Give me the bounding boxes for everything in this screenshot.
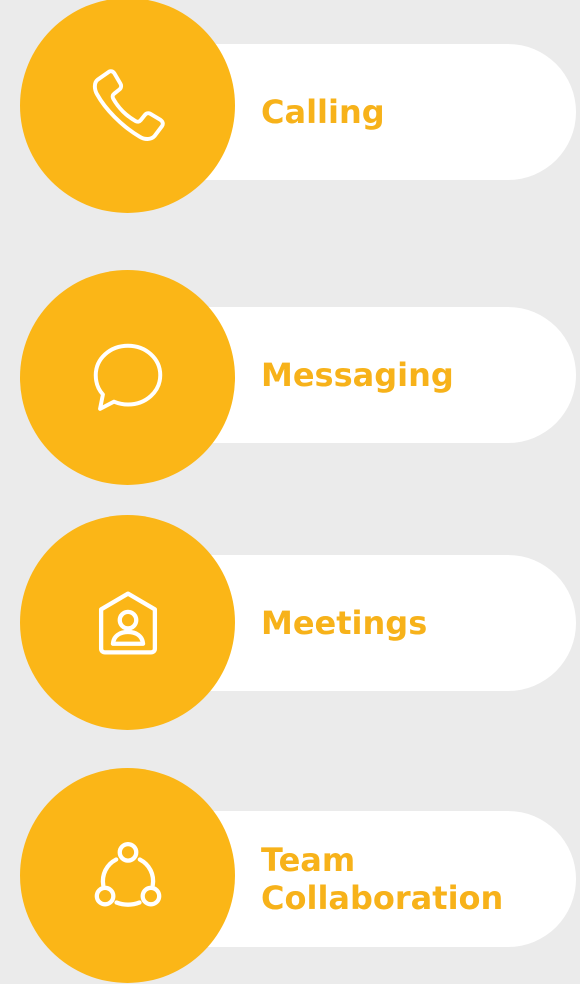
feature-icon-circle-team-collaboration[interactable] — [20, 768, 235, 983]
feature-calling[interactable]: Calling — [0, 0, 580, 213]
feature-icon-circle-messaging[interactable] — [20, 270, 235, 485]
feature-icon-circle-calling[interactable] — [20, 0, 235, 213]
feature-label-team-collaboration: Team Collaboration — [261, 841, 504, 917]
feature-team-collaboration[interactable]: Team Collaboration — [0, 768, 580, 983]
team-collaboration-icon — [94, 841, 161, 907]
feature-label-messaging: Messaging — [261, 356, 454, 394]
feature-label-meetings: Meetings — [261, 604, 428, 642]
feature-meetings[interactable]: Meetings — [0, 515, 580, 730]
phone-icon — [92, 68, 165, 141]
feature-icon-circle-meetings[interactable] — [20, 515, 235, 730]
feature-label-calling: Calling — [261, 93, 385, 131]
feature-messaging[interactable]: Messaging — [0, 262, 580, 485]
chat-bubble-icon — [93, 343, 162, 411]
meeting-room-icon — [98, 590, 157, 655]
